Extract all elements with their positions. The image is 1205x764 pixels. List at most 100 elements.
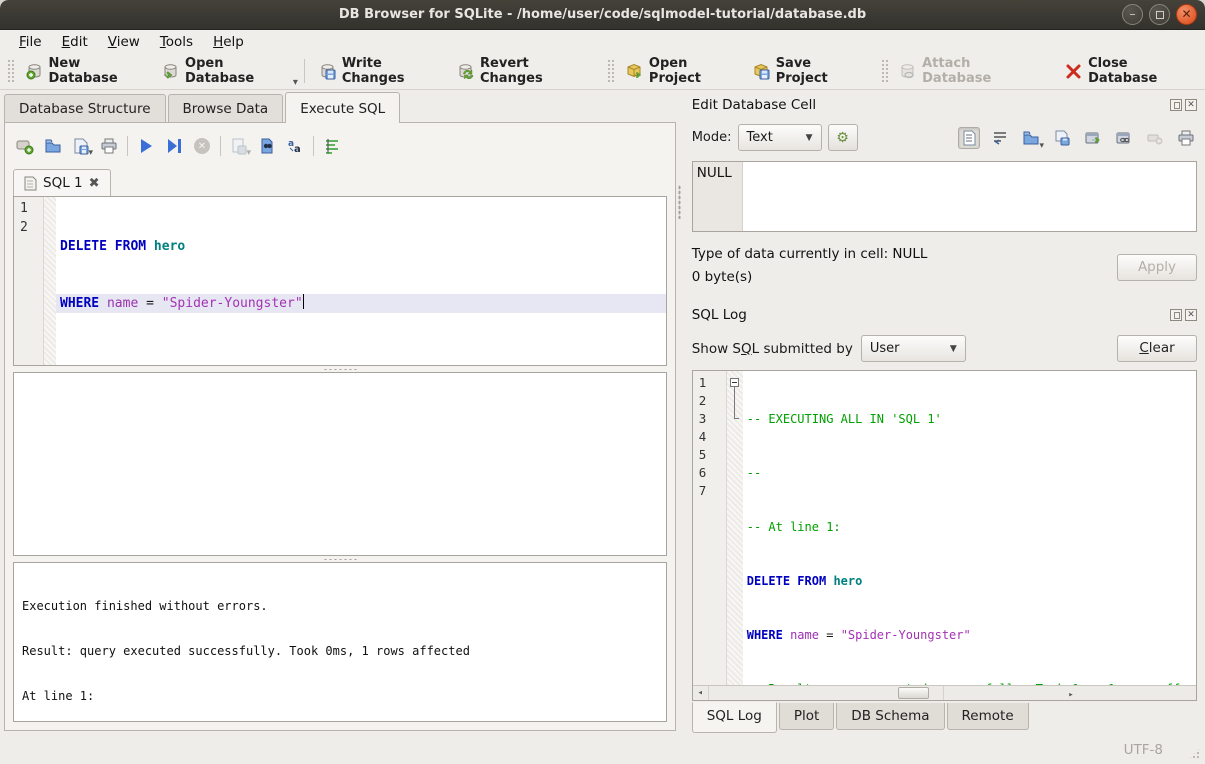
cell-type-info: Type of data currently in cell: NULL bbox=[692, 246, 928, 262]
clear-log-button[interactable]: Clear bbox=[1117, 335, 1197, 362]
resize-grip[interactable] bbox=[1188, 747, 1201, 760]
cell-value-editor[interactable]: NULL bbox=[692, 161, 1197, 232]
open-project-button[interactable]: Open Project bbox=[618, 52, 745, 90]
vertical-splitter[interactable] bbox=[676, 90, 682, 735]
auto-switch-mode-button[interactable]: ⚙ bbox=[828, 124, 858, 151]
line-number: 4 bbox=[699, 428, 726, 446]
fold-line-foot bbox=[734, 418, 739, 419]
gear-icon: ⚙ bbox=[836, 130, 849, 146]
editor-code-area[interactable]: DELETE FROM hero WHERE name = "Spider-Yo… bbox=[56, 197, 666, 365]
execute-sql-panel: ▾ ✕ ▾ bbox=[4, 122, 676, 731]
close-panel-icon[interactable] bbox=[1185, 309, 1197, 321]
log-fold-margin bbox=[727, 371, 743, 685]
save-project-button[interactable]: Save Project bbox=[745, 52, 869, 90]
menu-file[interactable]: File bbox=[10, 32, 51, 52]
results-grid-pane[interactable] bbox=[13, 372, 667, 556]
line-number: 6 bbox=[699, 464, 726, 482]
fold-collapse-icon[interactable] bbox=[730, 378, 739, 387]
import-dropdown[interactable]: ▾ bbox=[1039, 141, 1044, 151]
maximize-button[interactable] bbox=[1149, 4, 1170, 25]
sql-log-box: 1 2 3 4 5 6 7 -- EXECUTING ALL IN bbox=[692, 370, 1197, 701]
auto-complete-icon[interactable]: aa bbox=[285, 136, 305, 156]
right-panel: Edit Database Cell Mode: Text ▼ ⚙ bbox=[682, 90, 1205, 735]
tab-remote[interactable]: Remote bbox=[947, 703, 1029, 730]
tab-browse-data[interactable]: Browse Data bbox=[168, 94, 284, 123]
sql-1-tab[interactable]: SQL 1 ✖ bbox=[13, 169, 111, 196]
tab-database-structure[interactable]: Database Structure bbox=[4, 94, 166, 123]
float-panel-icon[interactable] bbox=[1170, 99, 1182, 111]
menu-tools[interactable]: Tools bbox=[151, 32, 202, 52]
statusbar: UTF-8 bbox=[0, 735, 1205, 764]
tab-plot[interactable]: Plot bbox=[779, 703, 834, 730]
menubar: File Edit View Tools Help bbox=[0, 30, 1205, 53]
close-database-button[interactable]: Close Database bbox=[1057, 52, 1201, 90]
import-cell-data-icon[interactable]: ▾ bbox=[1020, 127, 1042, 149]
save-sql-dropdown[interactable]: ▾ bbox=[88, 148, 93, 158]
scrollbar-thumb[interactable] bbox=[898, 687, 928, 699]
word-wrap-cell-icon[interactable] bbox=[989, 127, 1011, 149]
sql-table-name: hero bbox=[154, 239, 185, 254]
sql-string: "Spider-Youngster" bbox=[162, 296, 303, 311]
sql-log-body[interactable]: 1 2 3 4 5 6 7 -- EXECUTING ALL IN bbox=[693, 371, 1196, 685]
mode-select[interactable]: Text ▼ bbox=[738, 124, 822, 151]
float-panel-icon[interactable] bbox=[1170, 309, 1182, 321]
log-line-3: -- At line 1: bbox=[747, 518, 1196, 536]
cell-info-row: Type of data currently in cell: NULL 0 b… bbox=[692, 246, 1197, 294]
execute-current-line-icon[interactable] bbox=[164, 136, 184, 156]
new-database-button[interactable]: New Database bbox=[18, 52, 155, 90]
editor-line-2: WHERE name = "Spider-Youngster" bbox=[56, 294, 666, 313]
revert-changes-label: Revert Changes bbox=[480, 56, 587, 86]
message-line: Result: query executed successfully. Too… bbox=[22, 644, 658, 659]
print-sql-icon[interactable] bbox=[99, 136, 119, 156]
toolbar-grip[interactable] bbox=[607, 59, 615, 83]
horizontal-splitter[interactable] bbox=[13, 556, 667, 562]
tab-sql-log[interactable]: SQL Log bbox=[692, 702, 777, 733]
text-cursor bbox=[303, 294, 304, 309]
sql-tab-close-icon[interactable]: ✖ bbox=[89, 176, 100, 191]
sql-toolbar-separator bbox=[127, 136, 128, 156]
scroll-left-icon[interactable]: ◂ bbox=[693, 686, 709, 700]
open-database-dropdown[interactable]: ▾ bbox=[293, 77, 298, 89]
copy-link-icon[interactable] bbox=[1113, 127, 1135, 149]
tab-execute-sql[interactable]: Execute SQL bbox=[285, 92, 400, 123]
submitted-by-select[interactable]: User ▼ bbox=[861, 335, 966, 362]
sql-keyword: WHERE bbox=[60, 296, 99, 311]
new-sql-tab-icon[interactable] bbox=[15, 136, 35, 156]
message-line: At line 1: bbox=[22, 689, 658, 704]
execution-message-pane[interactable]: Execution finished without errors. Resul… bbox=[13, 562, 667, 722]
toolbar-grip[interactable] bbox=[881, 59, 889, 83]
save-sql-file-icon[interactable]: ▾ bbox=[71, 136, 91, 156]
close-panel-icon[interactable] bbox=[1185, 99, 1197, 111]
print-cell-icon[interactable] bbox=[1175, 127, 1197, 149]
revert-changes-button[interactable]: Revert Changes bbox=[449, 52, 595, 90]
sql-string: "Spider-Youngster" bbox=[841, 628, 971, 642]
sql-toolbar-separator bbox=[313, 136, 314, 156]
menu-view[interactable]: View bbox=[99, 32, 149, 52]
close-button[interactable]: ✕ bbox=[1176, 4, 1197, 25]
tab-db-schema[interactable]: DB Schema bbox=[836, 703, 944, 730]
open-sql-file-icon[interactable] bbox=[43, 136, 63, 156]
find-replace-icon[interactable] bbox=[257, 136, 277, 156]
scroll-right-icon[interactable]: ▸ bbox=[943, 686, 1196, 700]
editor-line-numbers: 1 2 bbox=[14, 197, 44, 365]
toolbar-grip[interactable] bbox=[7, 59, 15, 83]
open-database-button[interactable]: Open Database bbox=[154, 52, 297, 90]
text-mode-icon[interactable] bbox=[958, 127, 980, 149]
titlebar[interactable]: DB Browser for SQLite - /home/user/code/… bbox=[0, 0, 1205, 30]
sql-editor[interactable]: 1 2 DELETE FROM hero WHERE name = "Spide… bbox=[13, 196, 667, 366]
menu-help[interactable]: Help bbox=[204, 32, 253, 52]
execute-sql-icon[interactable] bbox=[136, 136, 156, 156]
menu-edit[interactable]: Edit bbox=[53, 32, 97, 52]
open-in-external-icon[interactable] bbox=[1082, 127, 1104, 149]
horizontal-splitter[interactable] bbox=[13, 366, 667, 372]
close-database-icon bbox=[1065, 63, 1082, 80]
cell-toolbar: ▾ bbox=[958, 127, 1197, 149]
export-cell-data-icon[interactable] bbox=[1051, 127, 1073, 149]
maximize-icon bbox=[1156, 11, 1164, 19]
log-horizontal-scrollbar[interactable]: ◂ ▸ bbox=[693, 685, 1196, 700]
mode-label: Mode: bbox=[692, 130, 732, 145]
word-wrap-icon[interactable] bbox=[322, 136, 342, 156]
encoding-indicator[interactable]: UTF-8 bbox=[1124, 742, 1163, 758]
minimize-button[interactable]: – bbox=[1122, 4, 1143, 25]
write-changes-button[interactable]: Write Changes bbox=[311, 52, 449, 90]
